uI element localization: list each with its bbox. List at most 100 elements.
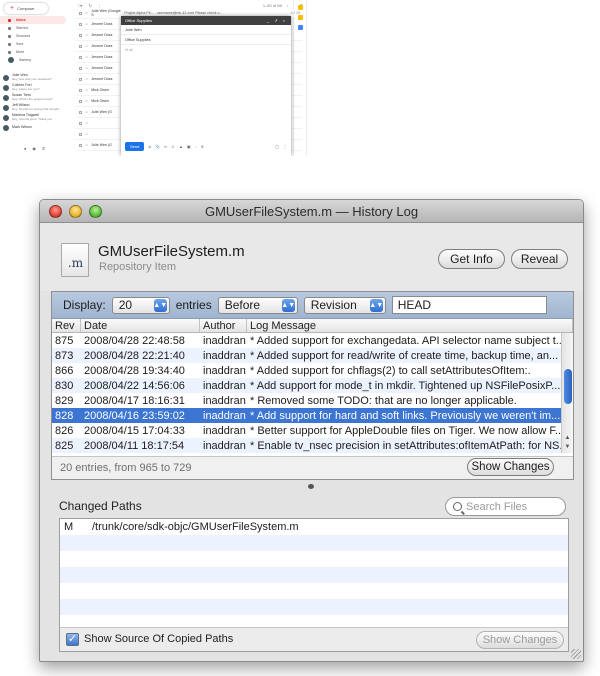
chat-contact[interactable]: Marlena Tidgwell Hey, Sounds good, Thank … [3,113,69,123]
star-icon[interactable]: ☆ [85,11,88,15]
scroll-up-icon[interactable]: ▲ [562,435,573,444]
column-author[interactable]: Author [200,319,247,332]
show-source-checkbox[interactable]: ✓ [66,633,79,646]
select-all-checkbox[interactable]: □▾ [78,3,82,8]
row-checkbox[interactable] [79,77,82,81]
window-title: GMUserFileSystem.m — History Log [204,204,419,219]
link-icon[interactable]: ∞ [164,144,167,149]
log-row[interactable]: 825 2008/04/11 18:17:54 inaddran * Enable t… [52,438,573,453]
row-checkbox[interactable] [79,99,82,103]
drive-icon[interactable]: ▲ [179,144,183,149]
star-icon[interactable]: ☆ [85,99,88,103]
entry-count-popup[interactable]: 20 ▲▼ [111,296,170,314]
star-icon[interactable]: ☆ [85,143,88,147]
gmail-nav-item[interactable]: Snoozed [0,32,70,40]
location-icon[interactable]: ◉ [32,146,36,151]
star-icon[interactable]: ☆ [85,110,88,114]
get-info-button[interactable]: Get Info [438,249,505,269]
compose-body[interactable]: Hi all, [121,45,291,55]
star-icon[interactable]: ☆ [85,132,88,136]
log-rows: 875 2008/04/28 22:48:58 inaddran * Added su… [52,333,573,453]
star-icon[interactable]: ☆ [85,44,88,48]
row-checkbox[interactable] [79,44,82,48]
keep-icon[interactable] [298,15,303,20]
compose-button[interactable]: + Compose [4,3,48,14]
more-icon[interactable]: ⋮ [98,3,102,8]
chat-contact[interactable]: Susan Tiers Hey, What's the project name? [3,93,69,103]
chat-contact[interactable]: Jeff Wilson Hey, Thanks for joining that … [3,103,69,113]
changed-path-row[interactable]: M/trunk/core/sdk-objc/GMUserFileSystem.m [60,519,568,535]
search-files-input[interactable]: Search Files [445,497,566,516]
star-icon[interactable]: ☆ [85,77,88,81]
column-log-message[interactable]: Log Message [247,319,573,332]
direction-popup[interactable]: Before ▲▼ [217,296,298,314]
tasks-icon[interactable] [298,25,303,30]
row-checkbox[interactable] [79,88,82,92]
column-date[interactable]: Date [81,319,200,332]
star-icon[interactable]: ☆ [85,55,88,59]
attach-icon[interactable]: 📎 [155,144,160,149]
column-rev[interactable]: Rev [52,319,81,332]
chat-contact[interactable]: Mark Wilson [3,123,69,133]
row-checkbox[interactable] [79,33,82,37]
star-icon[interactable]: ☆ [85,66,88,70]
star-icon[interactable]: ☆ [85,121,88,125]
row-checkbox[interactable] [79,110,82,114]
trash-icon[interactable]: ▢ [275,144,279,149]
star-icon[interactable]: ☆ [85,22,88,26]
gmail-nav-item[interactable]: More [0,48,70,56]
chat-contact[interactable]: Colleen Fort Hey, where are you? [3,83,69,93]
resize-grip-icon[interactable] [571,649,581,659]
row-checkbox[interactable] [79,143,82,147]
signature-icon[interactable]: $ [201,144,203,149]
formatting-icon[interactable]: A [148,144,151,149]
photo-icon[interactable]: ▣ [187,144,191,149]
emoji-icon[interactable]: ☺ [171,144,175,149]
subject-field[interactable]: Office Supplies [121,35,291,45]
log-row[interactable]: 828 2008/04/16 23:59:02 inaddran * Add supp… [52,408,573,423]
prev-page-icon[interactable]: ‹ [287,3,288,8]
gmail-nav-item[interactable]: Sent [0,40,70,48]
scroll-down-icon[interactable]: ▼ [562,444,573,453]
log-row[interactable]: 866 2008/04/28 19:34:40 inaddran * Added su… [52,363,573,378]
chat-contact[interactable]: Julie Wen Hey, how was your weekend? [3,73,69,83]
title-bar[interactable]: GMUserFileSystem.m — History Log [40,200,583,223]
send-button[interactable]: Send [125,142,145,151]
gmail-nav-item[interactable]: Inbox [0,16,66,24]
entries-label: entries [175,298,212,312]
calendar-icon[interactable] [298,5,303,10]
options-icon[interactable]: ⋮ [283,144,287,149]
star-icon[interactable]: ☆ [85,88,88,92]
row-checkbox[interactable] [79,11,82,15]
log-row[interactable]: 875 2008/04/28 22:48:58 inaddran * Added su… [52,333,573,348]
to-field[interactable]: Julie Wen [121,25,291,35]
log-row[interactable]: 826 2008/04/15 17:04:33 inaddran * Better s… [52,423,573,438]
gmail-nav-item[interactable]: Starred [0,24,70,32]
window-controls-icon[interactable]: _ ↗ × [267,18,287,23]
show-source-label[interactable]: Show Source Of Copied Paths [84,633,233,645]
show-changes-button-disabled[interactable]: Show Changes [476,631,564,649]
log-row[interactable]: 830 2008/04/22 14:56:06 inaddran * Add supp… [52,378,573,393]
row-checkbox[interactable] [79,55,82,59]
refresh-icon[interactable]: ↻ [88,3,91,8]
lock-icon[interactable]: ◌ [195,144,197,149]
row-checkbox[interactable] [79,66,82,70]
hangouts-user[interactable]: Sammy [0,56,70,64]
row-checkbox[interactable] [79,22,82,26]
changed-paths-label: Changed Paths [59,499,142,513]
log-row[interactable]: 829 2008/04/17 18:16:31 inaddran * Removed … [52,393,573,408]
reveal-button[interactable]: Reveal [511,249,568,269]
scroll-thumb[interactable] [564,369,572,404]
log-row[interactable]: 873 2008/04/28 22:21:40 inaddran * Added su… [52,348,573,363]
person-icon[interactable]: ● [24,146,26,151]
revision-kind-popup[interactable]: Revision ▲▼ [303,296,386,314]
show-changes-button[interactable]: Show Changes [467,458,554,476]
row-checkbox[interactable] [79,132,82,136]
row-checkbox[interactable] [79,121,82,125]
phone-icon[interactable]: ✆ [42,146,45,151]
vertical-scrollbar[interactable]: ▲ ▼ [561,333,573,453]
entry-count-value: 20 [118,298,133,312]
splitter-handle[interactable] [308,484,314,489]
revision-field[interactable]: HEAD [391,296,547,314]
star-icon[interactable]: ☆ [85,33,88,37]
